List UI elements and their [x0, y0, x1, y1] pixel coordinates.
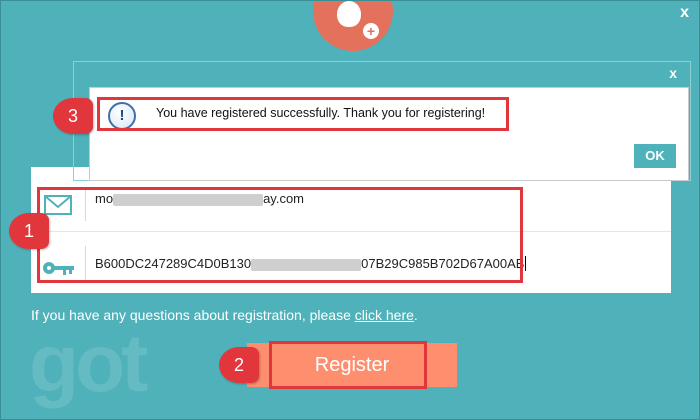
- callout-number-2: 2: [219, 347, 259, 383]
- info-icon: !: [108, 102, 136, 130]
- email-visible-end: ay.com: [263, 191, 304, 206]
- license-key-row: B600DC247289C4D0B130 07B29C985B702D67A00A…: [31, 231, 671, 291]
- key-visible-start: B600DC247289C4D0B130: [95, 256, 252, 271]
- redacted-block: [251, 258, 362, 271]
- email-visible-start: mo: [95, 191, 114, 206]
- ok-button[interactable]: OK: [634, 144, 676, 168]
- registration-form: mo ay.com B600DC247289C4D0B130 07B29C985B7…: [31, 167, 671, 293]
- envelope-icon: [44, 195, 72, 215]
- dialog-close-button[interactable]: x: [669, 65, 677, 81]
- license-key-field[interactable]: B600DC247289C4D0B130 07B29C985B702D67A00A…: [95, 256, 531, 271]
- help-text: If you have any questions about registra…: [31, 307, 418, 323]
- plus-icon: +: [363, 23, 379, 39]
- field-divider: [85, 246, 86, 280]
- window-close-button[interactable]: x: [680, 4, 689, 22]
- key-icon: [43, 262, 74, 275]
- success-dialog: ! You have registered successfully. Than…: [89, 87, 689, 181]
- callout-number-3: 3: [53, 98, 93, 134]
- key-visible-end: 07B29C985B702D67A00AB: [361, 256, 525, 271]
- text-cursor: [525, 256, 531, 271]
- callout-number-1: 1: [9, 213, 49, 249]
- email-field[interactable]: mo ay.com: [95, 191, 304, 206]
- help-text-suffix: .: [413, 307, 418, 323]
- field-divider: [85, 187, 86, 221]
- email-row: mo ay.com: [31, 173, 671, 233]
- registration-window: x + got mo ay.com B600DC247289C4D0B130 0…: [0, 0, 700, 420]
- redacted-block: [113, 193, 264, 206]
- user-head-shape: [337, 1, 361, 27]
- register-button[interactable]: Register: [247, 343, 457, 387]
- help-text-body: If you have any questions about registra…: [31, 307, 355, 323]
- user-add-avatar-icon: +: [313, 1, 393, 51]
- success-message: You have registered successfully. Thank …: [156, 106, 486, 120]
- help-link[interactable]: click here: [355, 307, 414, 323]
- watermark-logo: got: [29, 318, 149, 409]
